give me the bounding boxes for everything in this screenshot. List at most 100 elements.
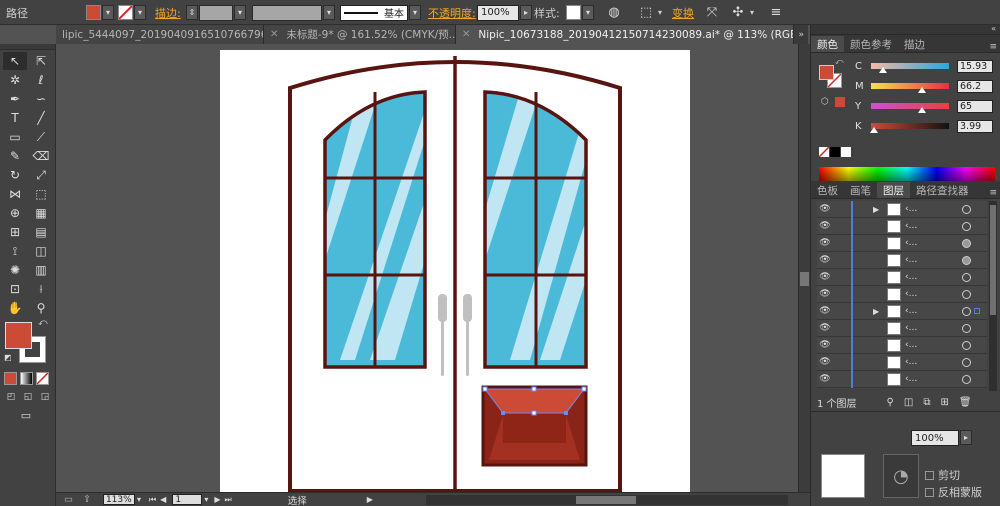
layer-row[interactable]: 👁 ‹... [817, 337, 987, 354]
eye-icon[interactable]: 👁 [819, 340, 831, 350]
align-dropdown-icon[interactable]: ▾ [658, 8, 662, 17]
fill-stroke-widget[interactable]: ⤺ ◩ [4, 318, 50, 366]
opacity-control[interactable]: 100% ▸ [477, 0, 532, 25]
pen-tool-icon[interactable]: ✒ [3, 90, 27, 108]
channel-m-input[interactable]: 66.2 [957, 79, 993, 93]
zoom-tool-icon[interactable]: ⚲ [29, 299, 53, 317]
dock-grip[interactable]: « [811, 24, 1000, 35]
eye-icon[interactable]: 👁 [819, 272, 831, 282]
expand-triangle-icon[interactable]: ▶ [873, 307, 879, 316]
transform-link[interactable]: 变换 [672, 5, 694, 21]
tab-color-guide[interactable]: 颜色参考 [844, 36, 898, 52]
target-circle-icon[interactable] [962, 222, 971, 231]
fill-color-swatch[interactable] [5, 322, 32, 349]
brush-dropdown-icon[interactable]: ▾ [409, 5, 421, 20]
style-swatch[interactable] [566, 5, 581, 20]
eye-icon[interactable]: 👁 [819, 323, 831, 333]
tab-swatches[interactable]: 色板 [811, 182, 844, 198]
channel-k-slider[interactable] [870, 123, 949, 133]
target-circle-icon[interactable] [962, 256, 971, 265]
black-swatch[interactable] [830, 147, 840, 157]
recolor-artwork-icon[interactable]: ◍ [604, 3, 624, 23]
eye-icon[interactable]: 👁 [819, 374, 831, 384]
selection-tool-icon[interactable]: ↖ [3, 52, 27, 70]
color-mode-icon[interactable] [4, 372, 17, 385]
paintbrush-tool-icon[interactable]: ⟋ [29, 128, 53, 146]
default-colors-icon[interactable]: ◩ [4, 353, 12, 362]
swap-colors-icon[interactable]: ⤺ [835, 57, 844, 67]
draw-normal-icon[interactable]: ◰ [4, 390, 18, 403]
invert-mask-checkbox-row[interactable]: 反相蒙版 [925, 484, 982, 500]
target-circle-icon[interactable] [962, 290, 971, 299]
blend-tool-icon[interactable]: ◫ [29, 242, 53, 260]
next-artboard-icon[interactable]: ▶ [214, 495, 220, 504]
slider-handle-icon[interactable] [918, 87, 927, 93]
tab-stroke[interactable]: 描边 [898, 36, 931, 52]
fill-dropdown-icon[interactable]: ▾ [102, 5, 114, 20]
anchor-point[interactable] [531, 386, 537, 392]
zoom-field[interactable]: 113% [102, 494, 135, 505]
tab-document-3[interactable]: ✕ Nipic_10673188_20190412150714230089.ai… [456, 25, 794, 44]
panel-menu-icon[interactable]: ≡ [989, 42, 1000, 52]
opacity-dropdown-icon[interactable]: ▸ [520, 5, 532, 20]
layer-row[interactable]: 👁 ‹... [817, 235, 987, 252]
align-reference-icon[interactable]: ⬚ [636, 3, 656, 23]
clip-checkbox[interactable] [925, 470, 934, 480]
fill-control[interactable]: ▾ [86, 0, 114, 25]
tab-color[interactable]: 颜色 [811, 36, 844, 52]
target-circle-icon[interactable] [962, 375, 971, 384]
magic-wand-tool-icon[interactable]: ✲ [3, 71, 27, 89]
transform-dropdown-icon[interactable]: ▾ [750, 8, 754, 17]
none-swatch[interactable] [818, 146, 830, 158]
tab-document-2[interactable]: ✕ 未标题-9* @ 161.52% (CMYK/预... [264, 25, 456, 44]
curvature-tool-icon[interactable]: ∽ [29, 90, 53, 108]
export-icon[interactable]: ⇪ [83, 494, 91, 505]
out-of-gamut-icon[interactable]: ⬡ [821, 97, 829, 107]
canvas-area[interactable] [56, 44, 798, 492]
artboard-number-field[interactable]: 1 [172, 494, 203, 505]
tab-layers[interactable]: 图层 [877, 182, 910, 198]
rotate-tool-icon[interactable]: ↻ [3, 166, 27, 184]
tab-brushes[interactable]: 画笔 [844, 182, 877, 198]
make-clipping-mask-icon[interactable]: ◫ [904, 397, 913, 408]
channel-m-slider[interactable] [871, 83, 949, 93]
slider-handle-icon[interactable] [917, 107, 926, 113]
close-icon[interactable]: ✕ [462, 29, 470, 40]
artboard-dropdown-icon[interactable]: ▾ [204, 495, 208, 504]
target-circle-icon[interactable] [962, 239, 971, 248]
layer-row[interactable]: 👁 ‹... [817, 354, 987, 371]
panel-menu-icon[interactable]: ≡ [766, 3, 786, 23]
eye-icon[interactable]: 👁 [819, 221, 831, 231]
isolate-group-icon[interactable]: ⤧ [702, 3, 722, 23]
color-fill-swatch[interactable] [819, 65, 834, 80]
swap-colors-icon[interactable]: ⤺ [38, 318, 48, 328]
new-sublayer-icon[interactable]: ⧉ [923, 397, 930, 408]
stroke-none-swatch[interactable] [118, 5, 133, 20]
target-circle-icon[interactable] [962, 341, 971, 350]
variable-width-control[interactable]: ▾ [252, 0, 335, 25]
variable-width-dropdown-icon[interactable]: ▾ [323, 5, 335, 20]
transparency-opacity-dropdown-icon[interactable]: ▸ [960, 430, 972, 445]
layer-row[interactable]: 👁 ‹... [817, 269, 987, 286]
stroke-control[interactable]: ▾ [118, 0, 146, 25]
eye-icon[interactable]: 👁 [819, 204, 831, 214]
variable-width-field[interactable] [252, 4, 322, 21]
vertical-scrollbar[interactable] [798, 44, 810, 492]
layer-row[interactable]: 👁 ‹... [817, 252, 987, 269]
new-layer-icon[interactable]: ⊞ [940, 397, 948, 408]
mail-slot[interactable] [481, 385, 588, 467]
horizontal-scrollbar[interactable] [426, 495, 788, 505]
double-chevron-right-icon[interactable]: » [798, 30, 804, 40]
channel-c-slider[interactable] [871, 63, 949, 73]
screen-mode-icon[interactable]: ▭ [16, 408, 36, 422]
target-circle-icon[interactable] [962, 273, 971, 282]
stroke-label-link[interactable]: 描边: [155, 5, 181, 21]
scrollbar-thumb[interactable] [576, 496, 636, 504]
anchor-point[interactable] [482, 386, 488, 392]
draw-inside-icon[interactable]: ◲ [38, 390, 52, 403]
first-artboard-icon[interactable]: ⏮ [149, 495, 156, 505]
type-tool-icon[interactable]: T [3, 109, 27, 127]
symbol-sprayer-tool-icon[interactable]: ✺ [3, 261, 27, 279]
target-circle-icon[interactable] [962, 205, 971, 214]
invert-mask-checkbox[interactable] [925, 487, 934, 497]
